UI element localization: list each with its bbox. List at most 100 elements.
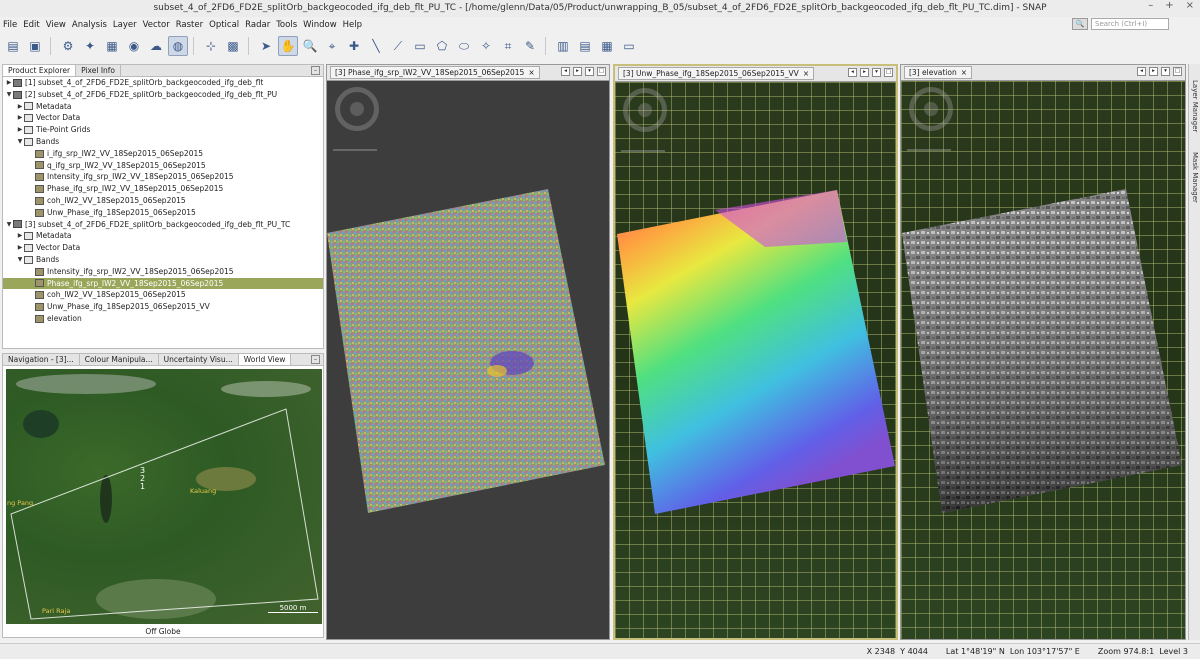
pan-navigation-control[interactable] bbox=[335, 87, 379, 131]
maximize-button[interactable]: + bbox=[1165, 0, 1173, 17]
unw-phase-canvas[interactable] bbox=[615, 82, 896, 638]
expand-arrow-icon[interactable]: ▶ bbox=[16, 112, 24, 124]
mask-manager-tab[interactable]: Mask Manager bbox=[1191, 152, 1199, 203]
gcp-tool-icon[interactable]: ◉ bbox=[124, 36, 144, 56]
tree-node[interactable]: coh_IW2_VV_18Sep2015_06Sep2015 bbox=[3, 289, 323, 301]
maximize-view-button[interactable]: □ bbox=[884, 68, 893, 77]
maximize-view-button[interactable]: □ bbox=[597, 67, 606, 76]
minimize-nav-button[interactable]: – bbox=[311, 355, 320, 364]
zoom-slider[interactable] bbox=[621, 150, 665, 152]
maximize-view-button[interactable]: □ bbox=[1173, 67, 1182, 76]
menu-view[interactable]: View bbox=[46, 20, 66, 30]
zoom-slider[interactable] bbox=[907, 149, 951, 151]
expand-arrow-icon[interactable]: ▶ bbox=[16, 230, 24, 242]
tree-node[interactable]: i_ifg_srp_IW2_VV_18Sep2015_06Sep2015 bbox=[3, 148, 323, 160]
sync-views-icon[interactable]: ◍ bbox=[168, 36, 188, 56]
menu-tools[interactable]: Tools bbox=[276, 20, 297, 30]
close-tab-icon[interactable]: × bbox=[528, 67, 534, 78]
save-product-icon[interactable]: ▣ bbox=[25, 36, 45, 56]
tree-node[interactable]: ▶ Vector Data bbox=[3, 112, 323, 124]
tree-node[interactable]: Unw_Phase_ifg_18Sep2015_06Sep2015 bbox=[3, 207, 323, 219]
batch-processing-icon[interactable]: ▦ bbox=[102, 36, 122, 56]
elevation-canvas[interactable] bbox=[901, 81, 1185, 639]
tree-node[interactable]: Phase_ifg_srp_IW2_VV_18Sep2015_06Sep2015 bbox=[3, 277, 323, 290]
menu-window[interactable]: Window bbox=[303, 20, 337, 30]
tree-node[interactable]: ▼ Bands bbox=[3, 136, 323, 148]
tab-world-view[interactable]: World View bbox=[238, 354, 292, 365]
expand-arrow-icon[interactable]: ▶ bbox=[16, 124, 24, 136]
tree-node[interactable]: ▶ Tie-Point Grids bbox=[3, 124, 323, 136]
tree-node[interactable]: Intensity_ifg_srp_IW2_VV_18Sep2015_06Sep… bbox=[3, 266, 323, 278]
show-tabs-button[interactable]: ▾ bbox=[585, 67, 594, 76]
close-tab-icon[interactable]: × bbox=[961, 67, 967, 78]
folder-icon[interactable]: ▭ bbox=[619, 36, 639, 56]
show-tabs-button[interactable]: ▾ bbox=[1161, 67, 1170, 76]
open-product-icon[interactable]: ▤ bbox=[3, 36, 23, 56]
band-maths-icon[interactable]: ⚙ bbox=[58, 36, 78, 56]
graph-builder-icon[interactable]: ✦ bbox=[80, 36, 100, 56]
scroll-right-button[interactable]: ▸ bbox=[573, 67, 582, 76]
tab-uncertainty[interactable]: Uncertainty Visu... bbox=[159, 354, 239, 365]
close-tab-icon[interactable]: × bbox=[803, 68, 809, 79]
menu-raster[interactable]: Raster bbox=[176, 20, 203, 30]
tab-navigation[interactable]: Navigation - [3]... bbox=[3, 354, 80, 365]
magic-wand-icon[interactable]: ✧ bbox=[476, 36, 496, 56]
tab-phase-view[interactable]: [3] Phase_ifg_srp_IW2_VV_18Sep2015_06Sep… bbox=[330, 66, 540, 79]
line-tool-icon[interactable]: ╲ bbox=[366, 36, 386, 56]
pin-tool-icon[interactable]: ⌖ bbox=[322, 36, 342, 56]
collapse-arrow-icon[interactable]: ▼ bbox=[5, 219, 13, 231]
world-map-icon[interactable]: ☁ bbox=[146, 36, 166, 56]
tree-node[interactable]: Phase_ifg_srp_IW2_VV_18Sep2015_06Sep2015 bbox=[3, 183, 323, 195]
world-view-map[interactable]: 3 2 1 Kaluang ng Pang Pari Raja 5000 m bbox=[6, 369, 322, 624]
minimize-panel-button[interactable]: – bbox=[311, 66, 320, 75]
zoom-tool-icon[interactable]: 🔍 bbox=[300, 36, 320, 56]
scroll-right-button[interactable]: ▸ bbox=[860, 68, 869, 77]
tree-node[interactable]: ▶ [1] subset_4_of_2FD6_FD2E_splitOrb_back… bbox=[3, 77, 323, 89]
tree-node[interactable]: ▼ [3] subset_4_of_2FD6_FD2E_splitOrb_back… bbox=[3, 219, 323, 231]
tile-horizontal-icon[interactable]: ▥ bbox=[553, 36, 573, 56]
tree-node[interactable]: coh_IW2_VV_18Sep2015_06Sep2015 bbox=[3, 195, 323, 207]
tree-node[interactable]: ▼ Bands bbox=[3, 254, 323, 266]
menu-file[interactable]: File bbox=[3, 20, 17, 30]
pattern-icon[interactable]: ▩ bbox=[223, 36, 243, 56]
collapse-arrow-icon[interactable]: ▼ bbox=[16, 136, 24, 148]
tree-node[interactable]: elevation bbox=[3, 313, 323, 325]
tree-node[interactable]: ▶ Metadata bbox=[3, 230, 323, 242]
tab-elevation-view[interactable]: [3] elevation × bbox=[904, 66, 973, 79]
tab-pixel-info[interactable]: Pixel Info bbox=[76, 65, 122, 76]
pan-tool-icon[interactable]: ✋ bbox=[278, 36, 298, 56]
menu-help[interactable]: Help bbox=[343, 20, 362, 30]
menu-optical[interactable]: Optical bbox=[209, 20, 239, 30]
tree-node[interactable]: ▼ [2] subset_4_of_2FD6_FD2E_splitOrb_back… bbox=[3, 89, 323, 101]
tile-vertical-icon[interactable]: ▤ bbox=[575, 36, 595, 56]
zoom-slider[interactable] bbox=[333, 149, 377, 151]
menu-vector[interactable]: Vector bbox=[143, 20, 170, 30]
gcp-pin-icon[interactable]: ✚ bbox=[344, 36, 364, 56]
layer-manager-tab[interactable]: Layer Manager bbox=[1191, 80, 1199, 132]
tile-evenly-icon[interactable]: ▦ bbox=[597, 36, 617, 56]
tree-node[interactable]: Unw_Phase_ifg_18Sep2015_06Sep2015_VV bbox=[3, 301, 323, 313]
phase-canvas[interactable] bbox=[327, 81, 609, 639]
scroll-left-button[interactable]: ◂ bbox=[561, 67, 570, 76]
menu-analysis[interactable]: Analysis bbox=[72, 20, 107, 30]
pan-navigation-control[interactable] bbox=[623, 88, 667, 132]
expand-arrow-icon[interactable]: ▶ bbox=[16, 101, 24, 113]
scroll-left-button[interactable]: ◂ bbox=[848, 68, 857, 77]
rectangle-tool-icon[interactable]: ▭ bbox=[410, 36, 430, 56]
expand-arrow-icon[interactable]: ▶ bbox=[16, 242, 24, 254]
collapse-arrow-icon[interactable]: ▼ bbox=[16, 254, 24, 266]
brush-icon[interactable]: ✎ bbox=[520, 36, 540, 56]
polyline-tool-icon[interactable]: ⟋ bbox=[388, 36, 408, 56]
menu-edit[interactable]: Edit bbox=[23, 20, 39, 30]
polygon-tool-icon[interactable]: ⬠ bbox=[432, 36, 452, 56]
tree-node[interactable]: ▶ Vector Data bbox=[3, 242, 323, 254]
ellipse-tool-icon[interactable]: ⬭ bbox=[454, 36, 474, 56]
pan-navigation-control[interactable] bbox=[909, 87, 953, 131]
select-tool-icon[interactable]: ➤ bbox=[256, 36, 276, 56]
minimize-button[interactable]: – bbox=[1148, 0, 1153, 17]
tab-colour-manipulation[interactable]: Colour Manipula... bbox=[80, 354, 159, 365]
menu-layer[interactable]: Layer bbox=[113, 20, 137, 30]
expand-arrow-icon[interactable]: ▶ bbox=[5, 77, 13, 89]
tree-node[interactable]: q_ifg_srp_IW2_VV_18Sep2015_06Sep2015 bbox=[3, 160, 323, 172]
close-button[interactable]: × bbox=[1186, 0, 1194, 17]
